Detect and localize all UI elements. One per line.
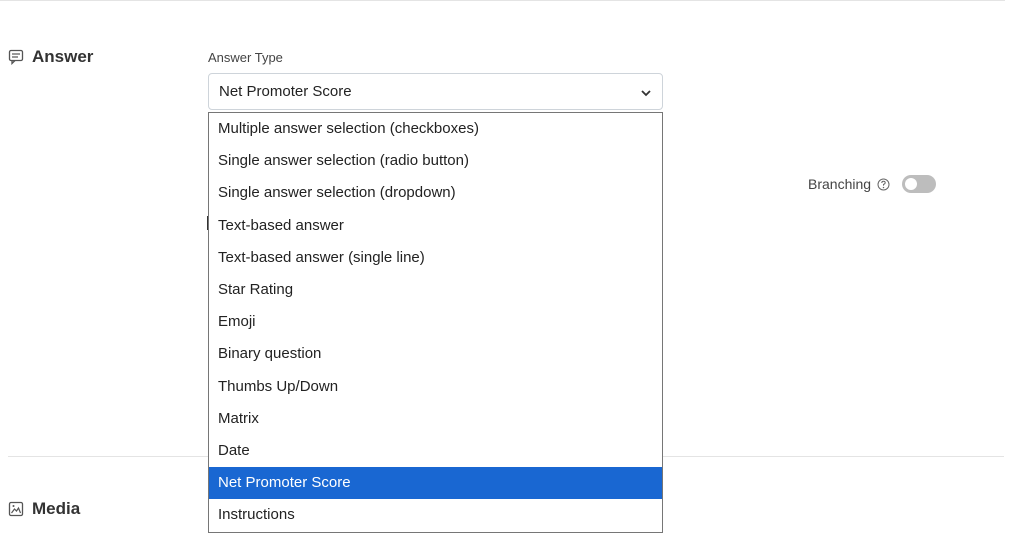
help-circle-icon[interactable]	[877, 178, 890, 191]
answer-section-header: Answer	[8, 47, 93, 67]
comment-icon	[8, 49, 24, 65]
answer-type-dropdown-list[interactable]: Multiple answer selection (checkboxes) Si…	[208, 112, 663, 533]
answer-type-option[interactable]: Single answer selection (radio button)	[209, 145, 662, 177]
answer-type-option[interactable]: Emoji	[209, 306, 662, 338]
answer-section-title: Answer	[32, 47, 94, 66]
image-icon	[8, 501, 24, 517]
answer-type-option[interactable]: Text-based answer	[209, 210, 662, 242]
answer-type-option[interactable]: Thumbs Up/Down	[209, 371, 662, 403]
answer-type-option[interactable]: Text-based answer (single line)	[209, 242, 662, 274]
answer-type-option[interactable]: Multiple answer selection (checkboxes)	[209, 113, 662, 145]
media-section-title: Media	[32, 499, 81, 518]
branching-control: Branching	[808, 175, 937, 193]
answer-type-label: Answer Type	[208, 50, 283, 65]
answer-type-selected-value: Net Promoter Score	[219, 83, 352, 100]
answer-type-option[interactable]: Matrix	[209, 403, 662, 435]
answer-type-option[interactable]: Single answer selection (dropdown)	[209, 177, 662, 209]
answer-type-option[interactable]: Binary question	[209, 338, 662, 370]
top-divider	[0, 0, 1005, 1]
chevron-down-icon	[640, 86, 652, 98]
answer-type-option[interactable]: Date	[209, 435, 662, 467]
branching-toggle[interactable]	[902, 175, 937, 193]
answer-type-select[interactable]: Net Promoter Score	[208, 73, 663, 110]
answer-type-option[interactable]: Star Rating	[209, 274, 662, 306]
answer-type-option[interactable]: Instructions	[209, 499, 662, 531]
answer-type-option[interactable]: Net Promoter Score	[209, 467, 662, 500]
toggle-knob	[905, 178, 918, 190]
branching-label: Branching	[808, 176, 872, 192]
media-section-header: Media	[8, 499, 80, 519]
